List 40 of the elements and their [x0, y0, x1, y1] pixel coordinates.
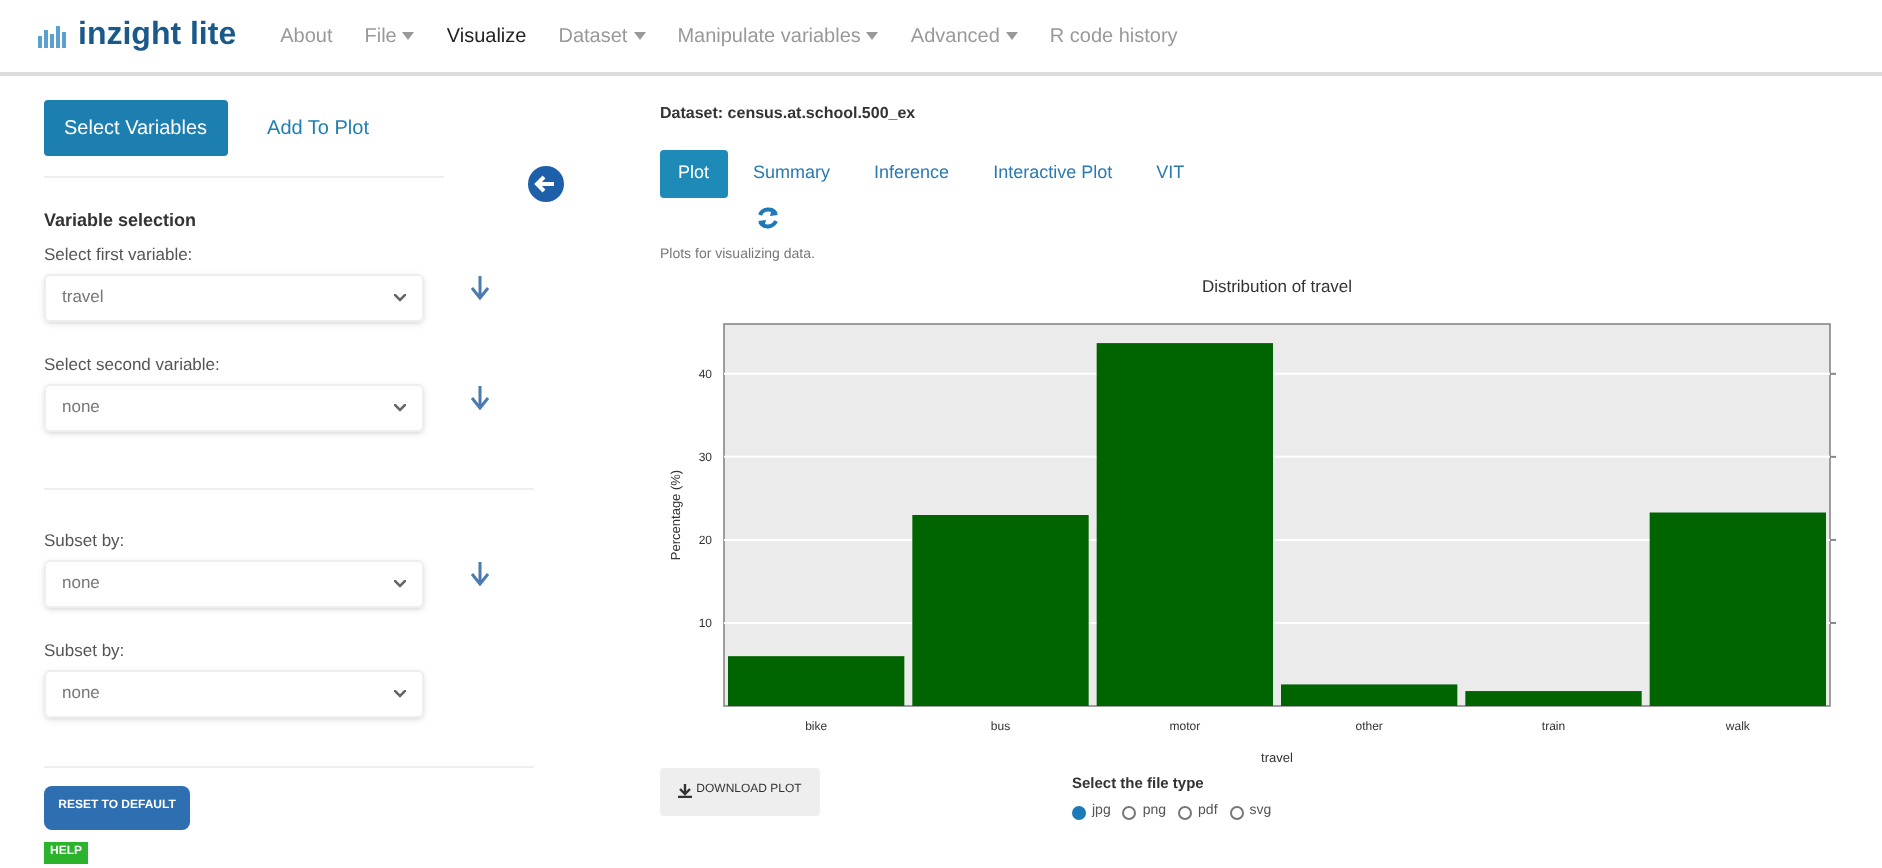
main-tab[interactable]: Summary — [735, 150, 849, 198]
dataset-label: Dataset: census.at.school.500_ex — [660, 102, 918, 126]
down-arrow-icon[interactable] — [470, 385, 490, 409]
chevron-icon — [394, 579, 406, 587]
logo: inzight lite — [78, 16, 237, 56]
main-tab[interactable]: Inference — [856, 150, 968, 198]
refresh-icon[interactable] — [756, 206, 780, 230]
field-label: Select second variable: — [44, 351, 222, 377]
chevron-icon — [394, 293, 406, 301]
download-icon — [678, 784, 693, 798]
logo-icon — [36, 22, 72, 50]
main-tab[interactable]: Interactive Plot — [975, 150, 1131, 198]
caret-icon — [402, 32, 415, 40]
main-tab[interactable]: Plot — [660, 150, 728, 198]
down-arrow-icon[interactable] — [470, 561, 490, 585]
caret-icon — [1005, 32, 1018, 40]
select-dropdown[interactable]: none — [44, 669, 424, 717]
select-dropdown[interactable]: none — [44, 559, 424, 607]
field-label: Subset by: — [44, 637, 127, 664]
nav-menu-item[interactable]: File — [364, 21, 415, 51]
nav-menu-item[interactable]: About — [280, 21, 333, 51]
sidebar-tab[interactable]: Add To Plot — [247, 100, 389, 156]
nav-menu-item[interactable]: Advanced — [910, 21, 1018, 51]
nav-menu-item[interactable]: Dataset — [558, 21, 646, 51]
main-tab[interactable]: VIT — [1138, 150, 1203, 198]
chart-title: Distribution of travel — [1201, 275, 1353, 295]
down-arrow-icon[interactable] — [470, 275, 490, 299]
field-label: Subset by: — [44, 527, 127, 554]
select-dropdown[interactable]: travel — [44, 273, 424, 321]
caret-icon — [633, 32, 646, 40]
sidebar-tab[interactable]: Select Variables — [44, 100, 228, 156]
caret-icon — [866, 32, 879, 40]
chevron-icon — [394, 689, 406, 697]
nav-menu-item[interactable]: Visualize — [446, 21, 527, 51]
nav-menu-item[interactable]: Manipulate variables — [677, 21, 879, 51]
select-dropdown[interactable]: none — [44, 383, 424, 431]
section-heading: Variable selection — [44, 208, 199, 234]
field-label: Select first variable: — [44, 241, 195, 267]
chevron-icon — [394, 403, 406, 411]
nav-menu-item[interactable]: R code history — [1049, 21, 1178, 51]
